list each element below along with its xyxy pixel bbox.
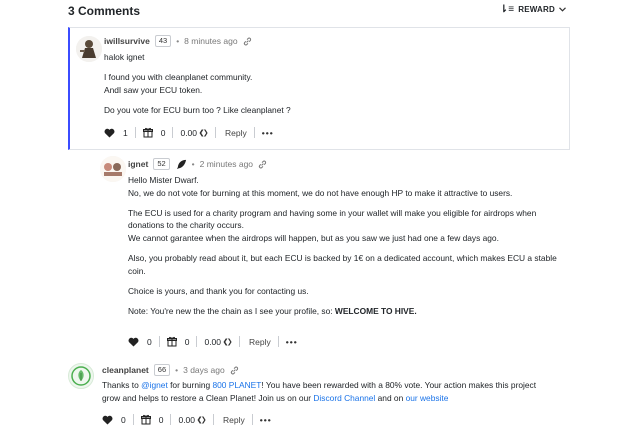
link-icon[interactable] <box>230 366 239 375</box>
more-options-button[interactable]: ••• <box>286 337 298 347</box>
timestamp[interactable]: 8 minutes ago <box>184 36 237 46</box>
comment-body: halok ignet I found you with cleanplanet… <box>104 51 559 124</box>
comments-count-title: 3 Comments <box>68 4 141 18</box>
more-options-button[interactable]: ••• <box>260 415 272 425</box>
comment-paragraph: Choice is yours, and thank you for conta… <box>128 285 309 296</box>
author-name[interactable]: ignet <box>128 159 148 169</box>
link-icon[interactable] <box>258 160 267 169</box>
comment-paragraph: Do you vote for ECU burn too ? Like clea… <box>104 104 291 115</box>
website-link[interactable]: our website <box>406 393 449 403</box>
reply-button[interactable]: Reply <box>223 415 245 425</box>
gift-count: 0 <box>184 336 190 347</box>
sort-label: REWARD <box>518 5 555 14</box>
vote-count[interactable]: 0 <box>147 337 152 347</box>
comment-card: cleanplanet 66 • 3 days ago Thanks to @i… <box>68 360 570 436</box>
comment-card: ignet 52 • 2 minutes ago Hello Mister Dw… <box>100 154 570 354</box>
comments-header: 3 Comments ⇂≡ REWARD <box>68 4 568 20</box>
author-name[interactable]: iwillsurvive <box>104 36 150 46</box>
payout-amount[interactable]: 0.00 <box>180 128 197 138</box>
gift-count: 0 <box>160 127 166 138</box>
reputation-badge: 43 <box>154 35 172 47</box>
comment-meta: iwillsurvive 43 • 8 minutes ago <box>104 35 252 47</box>
comment-actions: 1 0 0.00 Reply ••• <box>104 127 274 138</box>
heart-icon[interactable] <box>104 128 115 138</box>
vote-count[interactable]: 0 <box>121 415 126 425</box>
comment-paragraph: I found you with cleanplanet community. <box>104 72 253 83</box>
payout-amount[interactable]: 0.00 <box>178 415 195 425</box>
reputation-badge: 52 <box>153 158 170 170</box>
more-options-button[interactable]: ••• <box>262 128 274 138</box>
vote-count[interactable]: 1 <box>123 128 128 138</box>
comment-paragraph: We cannot garantee when the airdrops wil… <box>128 232 499 243</box>
comment-paragraph: Also, you probably read about it, but ea… <box>128 252 557 276</box>
comment-actions: 0 0 0.00 Reply ••• <box>102 414 272 425</box>
gift-icon[interactable] <box>140 414 151 425</box>
timestamp[interactable]: 3 days ago <box>183 365 225 375</box>
hive-icon <box>199 128 208 137</box>
avatar[interactable] <box>100 156 126 182</box>
welcome-text: WELCOME TO HIVE. <box>334 305 417 316</box>
note-text: Note: You're new the the chain as I see … <box>128 305 333 316</box>
gift-icon[interactable] <box>142 127 153 138</box>
comment-meta: ignet 52 • 2 minutes ago <box>128 158 267 170</box>
comment-card: iwillsurvive 43 • 8 minutes ago halok ig… <box>68 27 570 150</box>
hive-icon <box>197 415 206 424</box>
discord-link[interactable]: Discord Channel <box>313 393 375 403</box>
comment-paragraph: Hello Mister Dwarf. <box>128 175 199 185</box>
link-icon[interactable] <box>243 37 252 46</box>
timestamp[interactable]: 2 minutes ago <box>200 159 253 169</box>
comment-paragraph: The ECU is used for a charity program an… <box>128 207 537 231</box>
comment-paragraph: Note: You're new the the chain as I see … <box>128 305 568 318</box>
author-name[interactable]: cleanplanet <box>102 365 149 375</box>
payout-amount[interactable]: 0.00 <box>204 337 221 347</box>
mention-link[interactable]: @ignet <box>141 380 168 390</box>
gift-icon[interactable] <box>166 336 177 347</box>
reply-button[interactable]: Reply <box>249 337 271 347</box>
comment-body: Hello Mister Dwarf. No, we do not vote f… <box>128 174 568 325</box>
comment-paragraph: AndI saw your ECU token. <box>104 84 203 95</box>
comment-paragraph: No, we do not vote for burning at this m… <box>128 187 513 198</box>
sort-icon: ⇂≡ <box>499 4 515 15</box>
reply-button[interactable]: Reply <box>225 128 247 138</box>
gift-count: 0 <box>158 414 164 425</box>
feather-icon <box>176 159 187 170</box>
hive-icon <box>223 337 232 346</box>
comment-body: Thanks to @ignet for burning 800 PLANET!… <box>102 379 548 404</box>
amount-link[interactable]: 800 PLANET <box>212 380 261 390</box>
heart-icon[interactable] <box>102 415 113 425</box>
heart-icon[interactable] <box>128 337 139 347</box>
comment-actions: 0 0 0.00 Reply ••• <box>128 336 298 347</box>
reputation-badge: 66 <box>153 364 171 376</box>
comment-paragraph: Thanks to @ignet for burning 800 PLANET!… <box>102 380 537 403</box>
comment-paragraph: halok ignet <box>104 52 145 62</box>
avatar[interactable] <box>68 363 94 389</box>
comment-meta: cleanplanet 66 • 3 days ago <box>102 364 239 376</box>
avatar[interactable] <box>76 36 102 62</box>
sort-dropdown[interactable]: ⇂≡ REWARD <box>500 4 566 15</box>
chevron-down-icon <box>559 7 566 12</box>
